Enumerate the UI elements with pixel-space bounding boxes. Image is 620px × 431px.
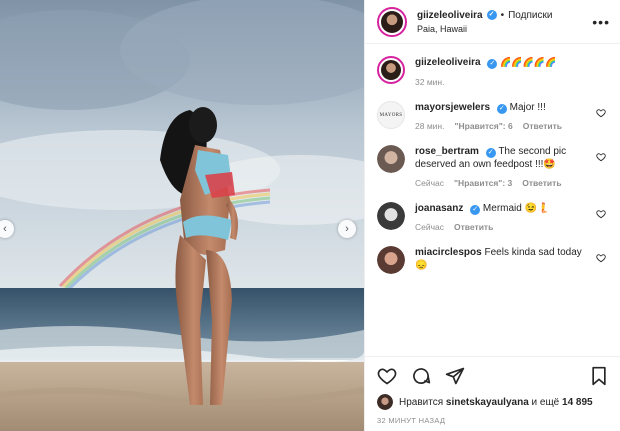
caption-username[interactable]: giizeleoliveira [415,57,481,68]
comment-time: Сейчас [415,222,445,232]
reply-button[interactable]: Ответить [454,221,493,234]
next-photo-button[interactable]: › [338,220,356,238]
comment-text: Mermaid 😉🧜 [482,203,550,214]
chevron-left-icon: ‹ [3,223,7,235]
post-viewer: ‹ › giizeleoliveira ✓ • Подписки Paia, H… [0,0,620,431]
more-options-icon[interactable]: ••• [592,14,610,30]
comment-username[interactable]: mayorsjewelers [415,102,490,113]
comment-avatar[interactable] [377,202,405,230]
verified-icon: ✓ [496,104,507,114]
comment-text: Major !!! [509,102,546,113]
comment-item: miacirclespos Feels kinda sad today😞 [377,246,608,274]
comment-username[interactable]: miacirclespos [415,247,482,258]
like-comment-icon[interactable] [596,108,606,118]
comments-list: giizeleoliveira ✓ 🌈🌈🌈🌈🌈 32 мин. MAYORS m… [365,44,620,356]
post-timestamp[interactable]: 32 МИНУТ НАЗАД [365,410,620,431]
comment-likes[interactable]: "Нравится": 6 [454,120,512,133]
caption-avatar[interactable] [377,56,405,84]
author-username[interactable]: giizeleoliveira [417,10,483,21]
comment-item: rose_bertram ✓ The second pic deserved a… [377,145,608,190]
post-photo[interactable]: ‹ › [0,0,364,431]
author-avatar[interactable] [377,6,407,37]
post-location[interactable]: Paia, Hawaii [417,24,592,34]
comment-username[interactable]: rose_bertram [415,146,479,157]
liker-username[interactable]: sinetskayaulyana [446,397,529,408]
follow-button[interactable]: Подписки [508,10,552,21]
comment-likes[interactable]: "Нравится": 3 [454,177,512,190]
caption: giizeleoliveira ✓ 🌈🌈🌈🌈🌈 32 мин. [377,56,608,89]
post-actions [365,356,620,394]
post-header: giizeleoliveira ✓ • Подписки Paia, Hawai… [365,0,620,44]
comment-username[interactable]: joanasanz [415,203,463,214]
separator-dot: • [500,9,505,21]
reply-button[interactable]: Ответить [523,120,562,133]
likes-middle: и ещё [531,396,560,408]
verified-icon: ✓ [485,148,496,158]
caption-text: 🌈🌈🌈🌈🌈 [500,58,557,68]
reply-button[interactable]: Ответить [522,177,561,190]
chevron-right-icon: › [345,223,349,235]
likes-summary: Нравится sinetskayaulyana и ещё 14 895 [365,394,620,410]
comment-time: 28 мин. [415,121,445,131]
liker-avatar[interactable] [377,394,393,410]
post-sidebar: giizeleoliveira ✓ • Подписки Paia, Hawai… [364,0,620,431]
bookmark-icon[interactable] [590,366,608,386]
heart-icon[interactable] [377,366,397,386]
verified-icon: ✓ [486,10,497,20]
comment-icon[interactable] [411,366,431,386]
comment-item: joanasanz ✓ Mermaid 😉🧜 Сейчас Ответить [377,202,608,234]
verified-icon: ✓ [470,205,481,215]
comment-avatar[interactable] [377,246,405,274]
avatar-logo-text: MAYORS [379,112,403,118]
like-comment-icon[interactable] [596,152,606,162]
comment-avatar[interactable] [377,145,405,173]
like-comment-icon[interactable] [596,209,606,219]
likes-count[interactable]: 14 895 [562,397,593,408]
verified-icon: ✓ [487,59,498,69]
beach-photo [0,0,364,431]
comment-avatar[interactable]: MAYORS [377,101,405,129]
comment-item: MAYORS mayorsjewelers ✓ Major !!! 28 мин… [377,101,608,133]
share-icon[interactable] [445,366,465,386]
comment-time: Сейчас [415,178,445,188]
caption-time: 32 мин. [415,77,445,87]
likes-prefix: Нравится [399,396,444,408]
like-comment-icon[interactable] [596,253,606,263]
